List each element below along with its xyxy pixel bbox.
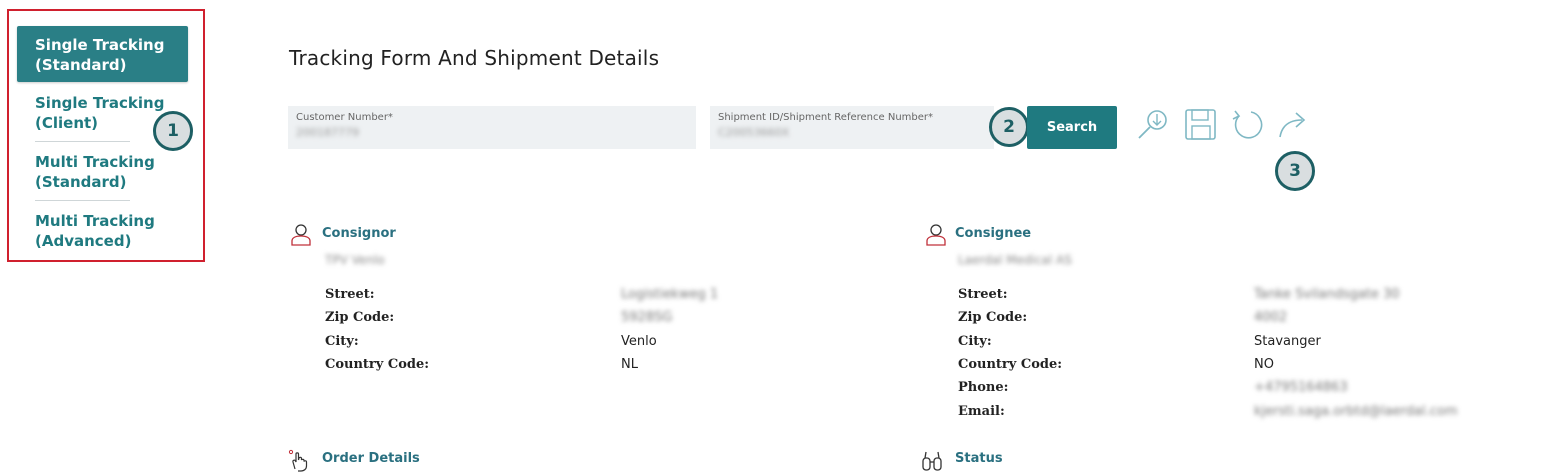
- sidebar-divider: [35, 200, 130, 201]
- consignee-phone-value: +4795164863: [1254, 380, 1348, 395]
- sidebar-item-label: Single Tracking: [35, 94, 165, 112]
- consignee-city-value: Stavanger: [1254, 334, 1321, 349]
- hand-pointer-icon: [288, 449, 308, 472]
- consignor-city-label: City:: [325, 334, 359, 349]
- sidebar-item-sublabel: (Standard): [35, 56, 127, 74]
- refresh-icon[interactable]: [1229, 107, 1265, 143]
- sidebar-item-sublabel: (Advanced): [35, 232, 132, 250]
- save-icon[interactable]: [1183, 107, 1219, 143]
- search-button[interactable]: Search: [1027, 106, 1117, 149]
- consignor-country-value: NL: [621, 357, 638, 372]
- sidebar-item-multi-tracking-standard[interactable]: Multi Tracking (Standard): [17, 143, 188, 199]
- consignee-zip-label: Zip Code:: [958, 310, 1028, 325]
- binoculars-icon: [922, 451, 942, 471]
- sidebar-item-sublabel: (Standard): [35, 173, 127, 191]
- consignee-city-label: City:: [958, 334, 992, 349]
- consignor-zip-label: Zip Code:: [325, 310, 395, 325]
- shipment-id-label: Shipment ID/Shipment Reference Number*: [718, 112, 934, 123]
- zoom-download-icon[interactable]: [1136, 107, 1172, 143]
- shipment-id-field[interactable]: Shipment ID/Shipment Reference Number* C…: [710, 106, 994, 149]
- callout-badge-1: 1: [153, 111, 193, 151]
- sidebar-item-label: Multi Tracking: [35, 212, 155, 230]
- consignor-title: Consignor: [322, 226, 396, 241]
- consignee-phone-label: Phone:: [958, 380, 1009, 395]
- consignee-street-label: Street:: [958, 287, 1008, 302]
- customer-number-value: 200187779: [296, 126, 359, 139]
- person-icon: [291, 224, 311, 246]
- customer-number-label: Customer Number*: [296, 112, 393, 123]
- sidebar-item-label: Single Tracking: [35, 36, 165, 54]
- consignee-country-value: NO: [1254, 357, 1274, 372]
- consignee-country-label: Country Code:: [958, 357, 1063, 372]
- consignee-email-value: kjersti.saga.orbtd@laerdal.com: [1254, 404, 1458, 419]
- callout-badge-2: 2: [989, 107, 1029, 147]
- consignor-zip-value: 5928SG: [621, 310, 673, 325]
- shipment-id-value: C20053660X: [718, 126, 790, 139]
- sidebar-item-single-tracking-standard[interactable]: Single Tracking (Standard): [17, 26, 188, 82]
- page-title: Tracking Form And Shipment Details: [289, 46, 660, 70]
- consignor-name: TPV Venlo: [325, 253, 385, 267]
- order-details-title: Order Details: [322, 451, 420, 466]
- sidebar-item-label: Multi Tracking: [35, 153, 155, 171]
- consignee-title: Consignee: [955, 226, 1032, 241]
- consignor-street-label: Street:: [325, 287, 375, 302]
- sidebar-divider: [35, 141, 130, 142]
- consignee-zip-value: 4002: [1254, 310, 1288, 325]
- consignee-street-value: Tanke Svilandsgate 30: [1254, 287, 1400, 302]
- status-title: Status: [955, 451, 1003, 466]
- consignor-city-value: Venlo: [621, 334, 657, 349]
- customer-number-field[interactable]: Customer Number* 200187779: [288, 106, 696, 149]
- consignee-email-label: Email:: [958, 404, 1005, 419]
- consignor-country-label: Country Code:: [325, 357, 430, 372]
- person-icon: [926, 224, 946, 246]
- forward-icon[interactable]: [1276, 107, 1312, 143]
- consignor-street-value: Logistiekweg 1: [621, 287, 719, 302]
- consignee-name: Laerdal Medical AS: [958, 253, 1072, 267]
- sidebar-item-multi-tracking-advanced[interactable]: Multi Tracking (Advanced): [17, 202, 188, 258]
- callout-badge-3: 3: [1275, 151, 1315, 191]
